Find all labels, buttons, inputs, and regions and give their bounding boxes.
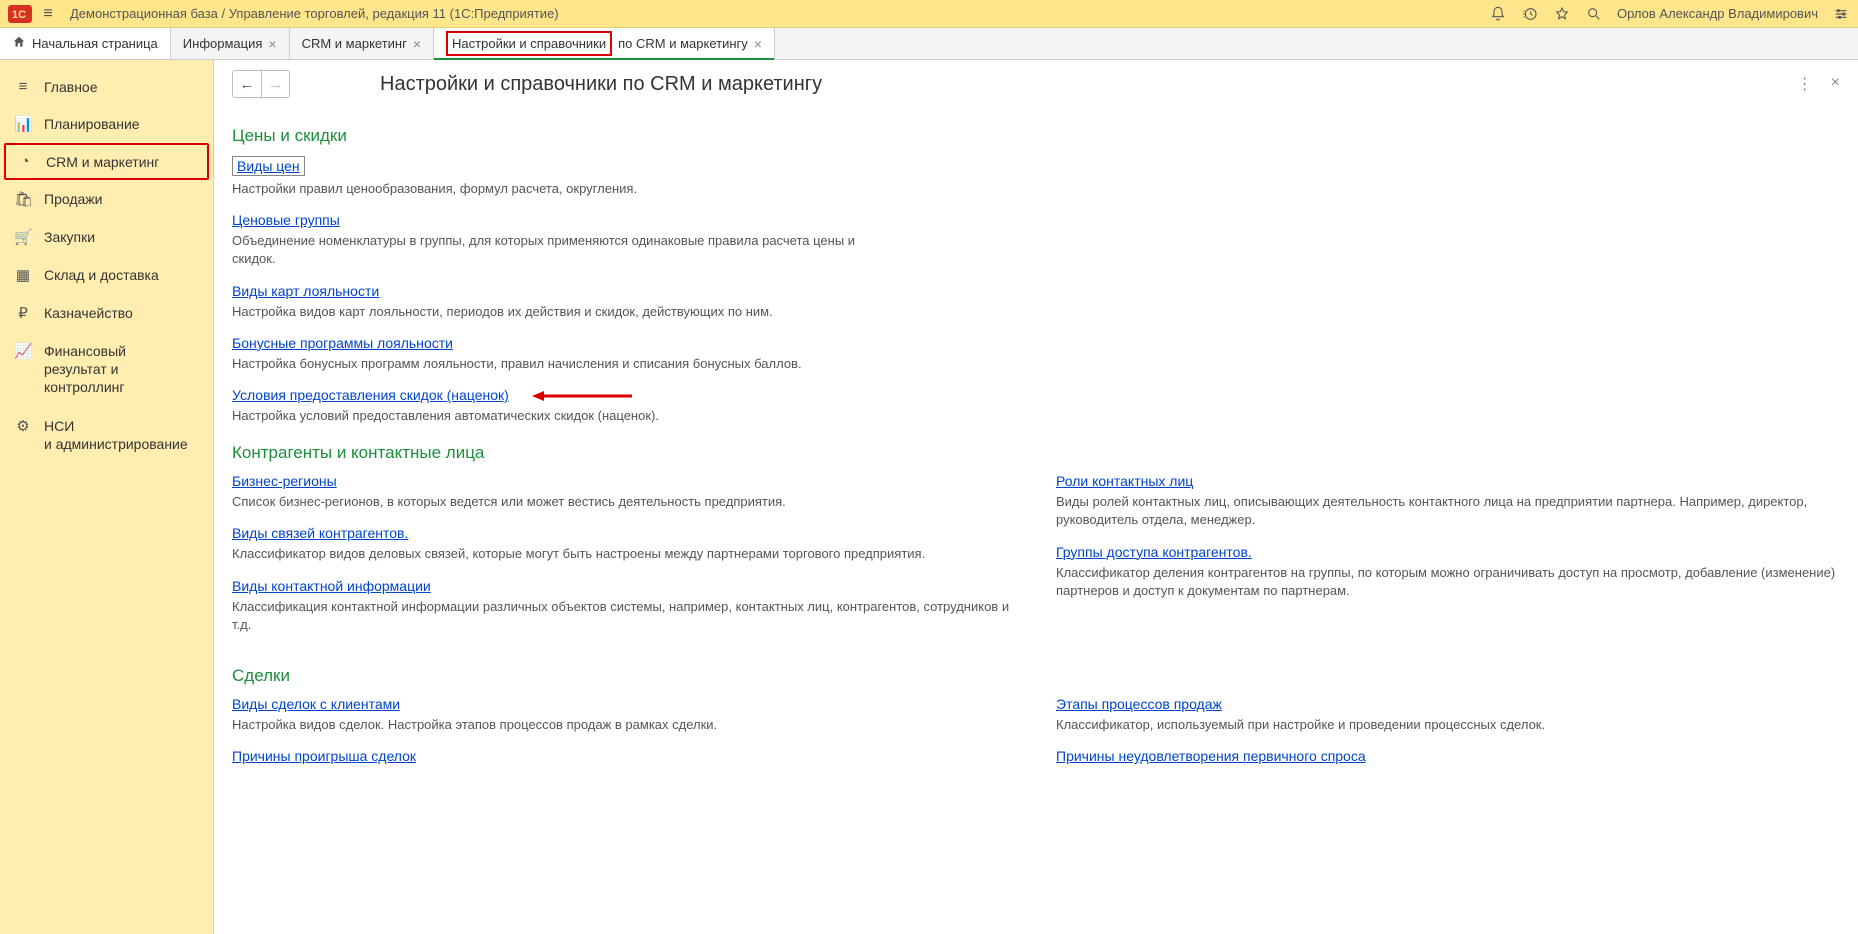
section-heading-prices: Цены и скидки xyxy=(232,126,1840,146)
link-discount-conditions[interactable]: Условия предоставления скидок (наценок) xyxy=(232,387,509,403)
history-icon[interactable] xyxy=(1521,5,1539,23)
tab-crm[interactable]: CRM и маркетинг × xyxy=(290,28,434,59)
tab-info[interactable]: Информация × xyxy=(171,28,290,59)
pie-icon: ◔ xyxy=(16,153,34,170)
chart-icon: 📈 xyxy=(14,342,32,360)
link-deal-types[interactable]: Виды сделок с клиентами xyxy=(232,696,400,712)
hamburger-icon[interactable]: ≡ xyxy=(38,5,58,23)
desc: Классификация контактной информации разл… xyxy=(232,598,1016,634)
sidebar-item-admin[interactable]: ⚙НСИ и администрирование xyxy=(0,407,213,463)
page-title: Настройки и справочники по CRM и маркети… xyxy=(380,73,822,96)
link-contact-roles[interactable]: Роли контактных лиц xyxy=(1056,473,1193,489)
desc: Объединение номенклатуры в группы, для к… xyxy=(232,232,872,268)
sidebar-item-planning[interactable]: 📊Планирование xyxy=(0,105,213,143)
link-bonus-programs[interactable]: Бонусные программы лояльности xyxy=(232,335,453,351)
ruble-icon: ₽ xyxy=(14,304,32,322)
settings-icon[interactable] xyxy=(1832,5,1850,23)
sales-icon: 🛍 xyxy=(14,190,32,208)
close-icon[interactable]: × xyxy=(268,36,276,52)
titlebar: 1C ≡ Демонстрационная база / Управление … xyxy=(0,0,1858,28)
home-icon xyxy=(12,35,26,52)
link-unsatisfied-reasons[interactable]: Причины неудовлетворения первичного спро… xyxy=(1056,748,1366,764)
sidebar-item-purchases[interactable]: 🛒Закупки xyxy=(0,218,213,256)
link-access-groups[interactable]: Группы доступа контрагентов. xyxy=(1056,544,1252,560)
tab-label: CRM и маркетинг xyxy=(302,36,407,51)
more-icon[interactable]: ⋮ xyxy=(1797,74,1813,94)
tabbar: Начальная страница Информация × CRM и ма… xyxy=(0,28,1858,60)
link-loss-reasons[interactable]: Причины проигрыша сделок xyxy=(232,748,416,764)
content-area: ← → Настройки и справочники по CRM и мар… xyxy=(214,60,1858,934)
sidebar-item-treasury[interactable]: ₽Казначейство xyxy=(0,294,213,332)
desc: Настройка бонусных программ лояльности, … xyxy=(232,355,872,373)
search-icon[interactable] xyxy=(1585,5,1603,23)
desc: Настройка видов сделок. Настройка этапов… xyxy=(232,716,1016,734)
nav-buttons: ← → xyxy=(232,70,290,98)
cart-icon: 🛒 xyxy=(14,228,32,246)
link-regions[interactable]: Бизнес-регионы xyxy=(232,473,337,489)
back-button[interactable]: ← xyxy=(233,71,261,97)
desc: Настройка условий предоставления автомат… xyxy=(232,407,872,425)
tab-label: Начальная страница xyxy=(32,36,158,51)
annotation-arrow xyxy=(532,389,632,406)
section-heading-contr: Контрагенты и контактные лица xyxy=(232,443,1840,463)
link-sale-stages[interactable]: Этапы процессов продаж xyxy=(1056,696,1222,712)
link-contact-info-types[interactable]: Виды контактной информации xyxy=(232,578,431,594)
link-loyalty-cards[interactable]: Виды карт лояльности xyxy=(232,283,379,299)
desc: Список бизнес-регионов, в которых ведетс… xyxy=(232,493,1016,511)
close-icon[interactable]: × xyxy=(754,36,762,52)
app-logo: 1C xyxy=(8,5,32,23)
tab-settings[interactable]: Настройки и справочники по CRM и маркети… xyxy=(434,28,775,59)
bell-icon[interactable] xyxy=(1489,5,1507,23)
tab-home[interactable]: Начальная страница xyxy=(0,28,171,59)
user-name[interactable]: Орлов Александр Владимирович xyxy=(1617,6,1818,21)
sidebar-item-warehouse[interactable]: ▦Склад и доставка xyxy=(0,256,213,294)
planning-icon: 📊 xyxy=(14,115,32,133)
forward-button[interactable]: → xyxy=(261,71,289,97)
desc: Настройки правил ценообразования, формул… xyxy=(232,180,872,198)
link-relation-types[interactable]: Виды связей контрагентов. xyxy=(232,525,408,541)
sidebar-item-fin[interactable]: 📈Финансовый результат и контроллинг xyxy=(0,332,213,407)
tab-label: Информация xyxy=(183,36,263,51)
tab-label-highlight: Настройки и справочники xyxy=(446,31,612,56)
tab-label-rest: по CRM и маркетингу xyxy=(618,36,748,51)
desc: Классификатор деления контрагентов на гр… xyxy=(1056,564,1840,600)
grid-icon: ▦ xyxy=(14,266,32,284)
section-heading-deals: Сделки xyxy=(232,666,1840,686)
menu-icon: ≡ xyxy=(14,78,32,95)
desc: Виды ролей контактных лиц, описывающих д… xyxy=(1056,493,1840,529)
sidebar: ≡Главное 📊Планирование ◔CRM и маркетинг … xyxy=(0,60,214,934)
sidebar-item-sales[interactable]: 🛍Продажи xyxy=(0,180,213,218)
app-title: Демонстрационная база / Управление торго… xyxy=(70,6,559,21)
svg-text:1C: 1C xyxy=(12,9,26,21)
desc: Классификатор видов деловых связей, кото… xyxy=(232,545,1016,563)
sidebar-item-main[interactable]: ≡Главное xyxy=(0,68,213,105)
gear-icon: ⚙ xyxy=(14,417,32,435)
link-price-types[interactable]: Виды цен xyxy=(232,156,305,176)
link-price-groups[interactable]: Ценовые группы xyxy=(232,212,340,228)
star-icon[interactable] xyxy=(1553,5,1571,23)
sidebar-item-crm[interactable]: ◔CRM и маркетинг xyxy=(4,143,209,180)
close-icon[interactable]: × xyxy=(413,36,421,52)
close-icon[interactable]: × xyxy=(1831,74,1840,94)
desc: Классификатор, используемый при настройк… xyxy=(1056,716,1840,734)
desc: Настройка видов карт лояльности, периодо… xyxy=(232,303,872,321)
